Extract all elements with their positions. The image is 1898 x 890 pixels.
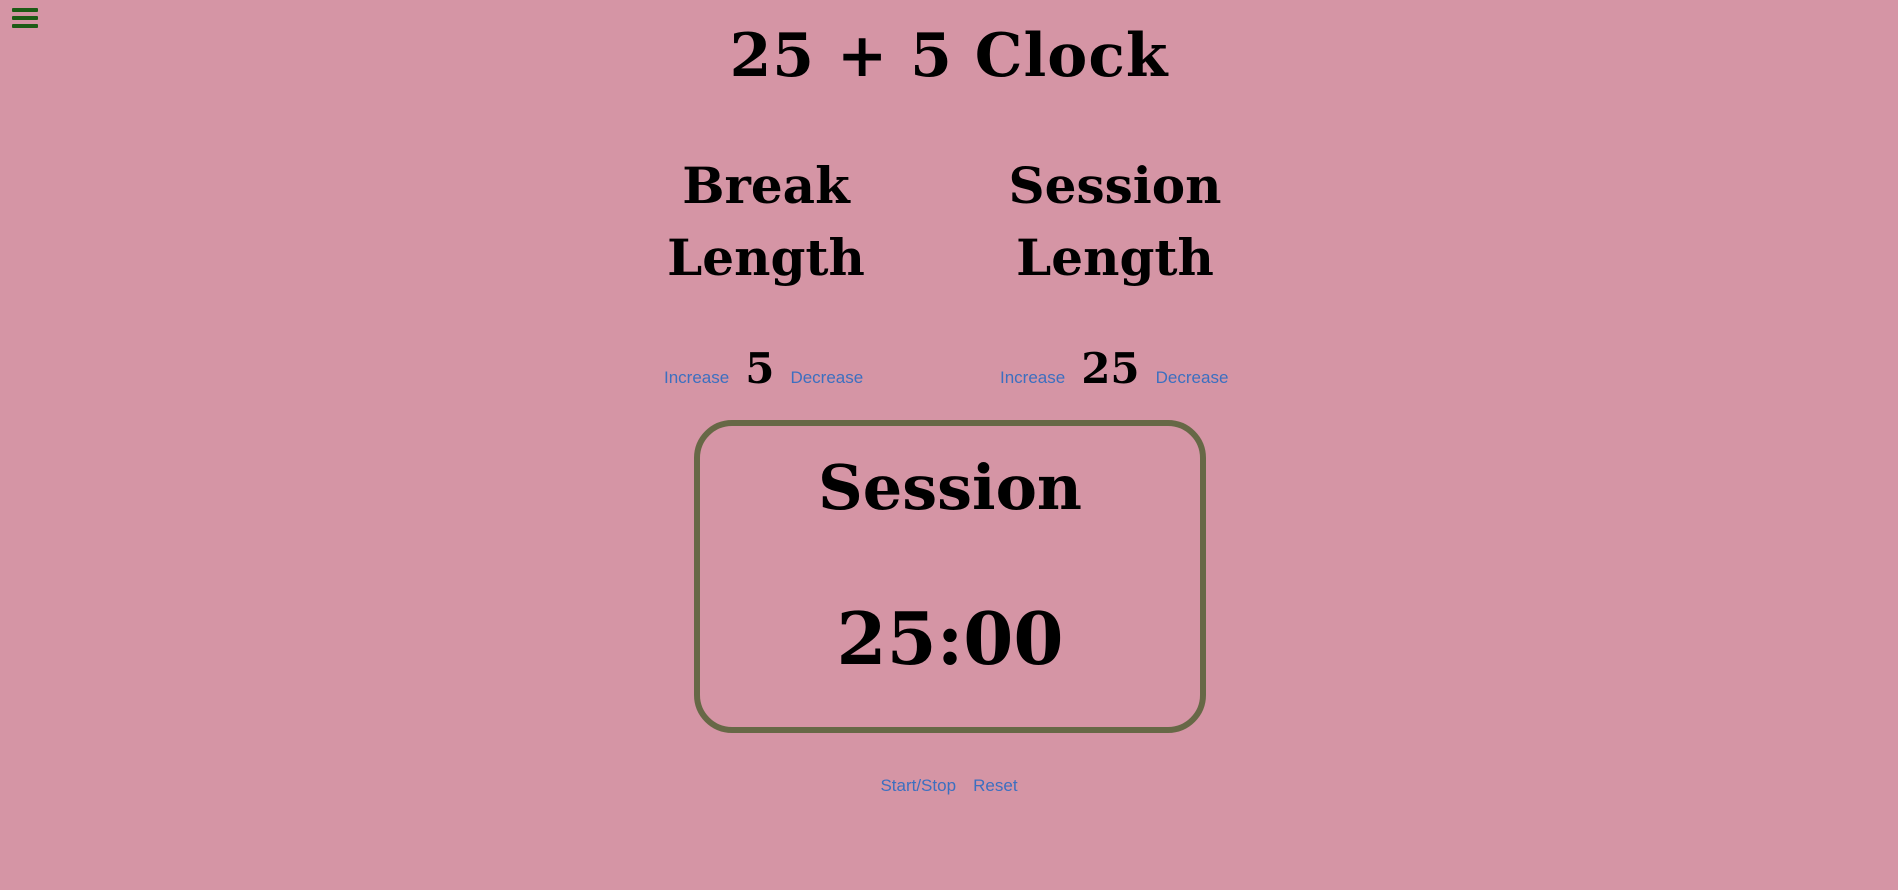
break-controls: Increase 5 Decrease — [664, 344, 863, 394]
time-left: 25:00 — [836, 596, 1064, 681]
break-label-line1: Break — [682, 156, 850, 215]
start-stop-button[interactable]: Start/Stop — [880, 776, 956, 795]
break-length-label: Break Length — [626, 150, 906, 294]
session-length-value: 25 — [1081, 344, 1140, 393]
session-label-line2: Length — [1016, 228, 1214, 287]
break-label-line2: Length — [667, 228, 865, 287]
session-controls: Increase 25 Decrease — [1000, 344, 1228, 394]
session-label-line1: Session — [1008, 156, 1222, 215]
break-length-value: 5 — [745, 344, 775, 393]
break-increment-button[interactable]: Increase — [664, 368, 729, 388]
break-decrement-button[interactable]: Decrease — [790, 368, 863, 388]
timer-controls: Start/Stop Reset — [0, 776, 1898, 796]
timer-label: Session — [817, 451, 1082, 524]
reset-button[interactable]: Reset — [973, 776, 1017, 795]
menu-bar — [12, 8, 38, 12]
timer-panel: Session 25:00 — [694, 420, 1206, 733]
page-title: 25 + 5 Clock — [729, 21, 1169, 91]
session-increment-button[interactable]: Increase — [1000, 368, 1065, 388]
session-decrement-button[interactable]: Decrease — [1156, 368, 1229, 388]
session-length-label: Session Length — [975, 150, 1255, 294]
